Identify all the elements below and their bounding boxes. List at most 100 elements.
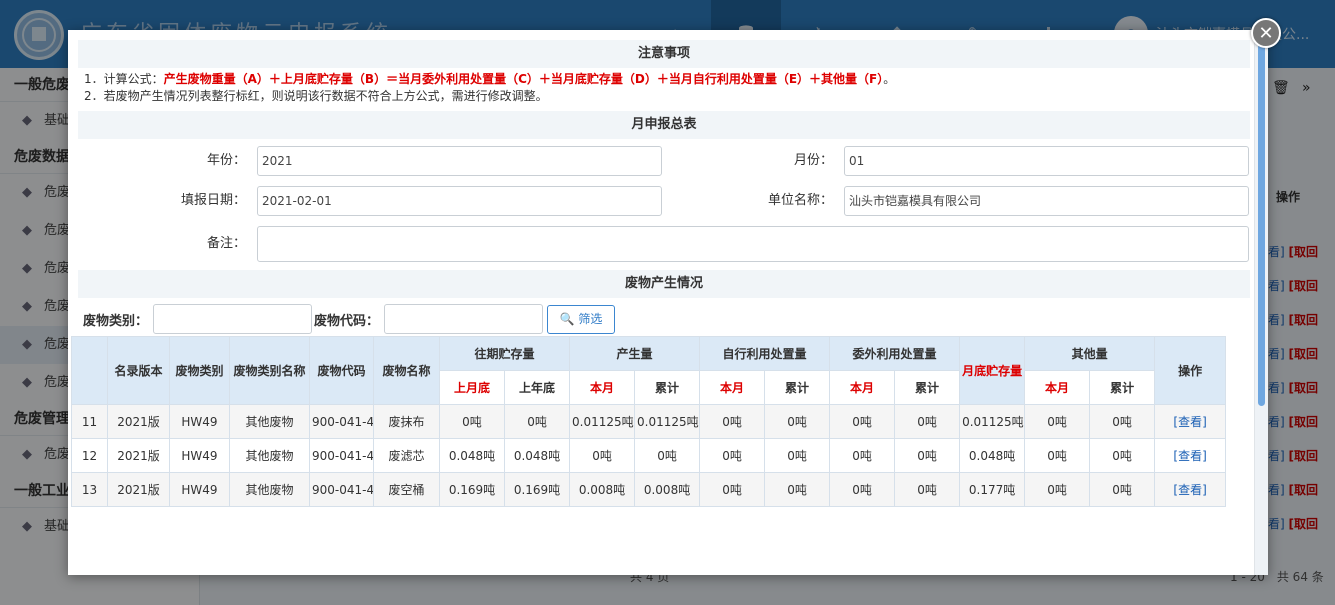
table-cell: 0吨 [569,438,636,473]
notice-line1-prefix: 1．计算公式： [84,72,164,86]
column-header: 自行利用处置量 [699,336,831,371]
table-cell: 0吨 [699,438,766,473]
table-cell: 2021版 [107,472,170,507]
waste-table: 名录版本 废物类别 废物类别名称 废物代码 废物名称 往期贮存量 产生量 自行利用处置量 委外利… [71,336,1227,507]
summary-title: 月申报总表 [78,111,1250,139]
table-cell: 0吨 [1024,438,1091,473]
column-header: 产生量 [569,336,701,371]
column-header: 其他量 [1024,336,1156,371]
table-cell: 0.01125吨 [634,404,701,439]
view-link[interactable]: [查看] [1154,438,1227,473]
code-filter-input[interactable] [384,304,543,334]
table-cell: 12 [71,438,108,473]
month-field[interactable]: 01 [844,146,1249,176]
fill-date-field[interactable]: 2021-02-01 [257,186,662,216]
dialog-scrollbar-thumb[interactable] [1258,44,1265,406]
view-link[interactable]: [查看] [1154,404,1227,439]
table-cell: HW49 [169,404,230,439]
table-cell: 0吨 [1024,472,1091,507]
table-cell: 900-041-49 [309,472,374,507]
column-subheader: 上年底 [503,370,571,405]
close-icon[interactable]: ✕ [1251,18,1281,48]
table-cell: 其他废物 [229,438,310,473]
table-cell: 其他废物 [229,472,310,507]
table-cell: 0吨 [503,404,571,439]
column-subheader: 累计 [894,370,961,405]
table-cell: 0.048吨 [959,438,1026,473]
column-header: 废物类别 [169,336,230,405]
notice-line1-suffix: 。 [883,72,896,86]
table-cell: HW49 [169,438,230,473]
table-cell: 0吨 [634,438,701,473]
table-row: 112021版HW49其他废物900-041-49废抹布0吨0吨0.01125吨… [71,404,1227,439]
column-subheader: 累计 [764,370,831,405]
notice-text: 1．计算公式：产生废物重量（A）＋上月底贮存量（B）＝当月委外利用处置量（C）＋… [78,68,1250,111]
waste-section-title: 废物产生情况 [78,270,1250,298]
table-cell: 0吨 [699,404,766,439]
column-subheader: 本月 [699,370,766,405]
table-cell: 0.008吨 [634,472,701,507]
table-cell: 0吨 [829,404,896,439]
column-header: 往期贮存量 [438,336,571,371]
table-cell: 废抹布 [373,404,440,439]
table-cell: 2021版 [107,438,170,473]
table-cell: 900-041-49 [309,404,374,439]
dialog-scrollbar[interactable] [1254,30,1268,575]
column-header: 月底贮存量 [959,336,1026,405]
table-cell: 0吨 [764,472,831,507]
table-cell: 900-041-49 [309,438,374,473]
table-cell: 废空桶 [373,472,440,507]
filter-button[interactable]: 🔍 筛选 [547,305,615,334]
table-cell: 0吨 [894,472,961,507]
notice-line2: 2．若废物产生情况列表整行标红，则说明该行数据不符合上方公式，需进行修改调整。 [84,89,548,103]
table-cell: 0吨 [1089,438,1156,473]
table-cell: 0.169吨 [439,472,505,507]
month-label: 月份： [793,153,833,168]
remark-field[interactable] [257,226,1249,262]
table-cell: 0.048吨 [439,438,505,473]
table-cell: 2021版 [107,404,170,439]
table-row: 132021版HW49其他废物900-041-49废空桶0.169吨0.169吨… [71,472,1227,507]
category-filter-label: 废物类别： [83,314,149,329]
table-cell: 0吨 [829,438,896,473]
column-subheader: 本月 [1024,370,1091,405]
table-cell: 0.048吨 [503,438,571,473]
table-cell: HW49 [169,472,230,507]
year-field[interactable]: 2021 [257,146,662,176]
view-link[interactable]: [查看] [1154,472,1227,507]
table-row: 122021版HW49其他废物900-041-49废滤芯0.048吨0.048吨… [71,438,1227,473]
column-header: 废物类别名称 [229,336,310,405]
table-cell: 0吨 [439,404,505,439]
table-cell: 11 [71,404,108,439]
notice-title: 注意事项 [78,40,1250,68]
year-label: 年份： [206,153,246,168]
search-icon: 🔍 [559,312,575,326]
column-header: 废物代码 [309,336,374,405]
company-label: 单位名称： [767,193,833,208]
fill-date-label: 填报日期： [180,193,246,208]
table-cell: 13 [71,472,108,507]
code-filter-label: 废物代码： [314,314,380,329]
filter-button-label: 筛选 [578,312,603,326]
table-cell: 0吨 [1024,404,1091,439]
table-cell: 0吨 [1089,404,1156,439]
table-cell: 0.008吨 [569,472,636,507]
table-cell: 0吨 [699,472,766,507]
column-header: 废物名称 [373,336,440,405]
table-cell: 0吨 [764,404,831,439]
column-subheader: 本月 [829,370,896,405]
table-cell: 0.169吨 [503,472,571,507]
company-field[interactable]: 汕头市铠嘉模具有限公司 [844,186,1249,216]
column-subheader: 上月底 [439,370,505,405]
table-cell: 0.177吨 [959,472,1026,507]
table-cell: 0吨 [1089,472,1156,507]
monthly-report-dialog: 注意事项 1．计算公式：产生废物重量（A）＋上月底贮存量（B）＝当月委外利用处置… [68,30,1268,575]
table-cell: 0.01125吨 [569,404,636,439]
column-header: 操作 [1154,336,1227,405]
category-filter-input[interactable] [153,304,312,334]
table-cell: 0吨 [829,472,896,507]
column-subheader: 累计 [1089,370,1156,405]
column-subheader: 本月 [569,370,636,405]
table-cell: 0吨 [764,438,831,473]
column-subheader: 累计 [634,370,701,405]
